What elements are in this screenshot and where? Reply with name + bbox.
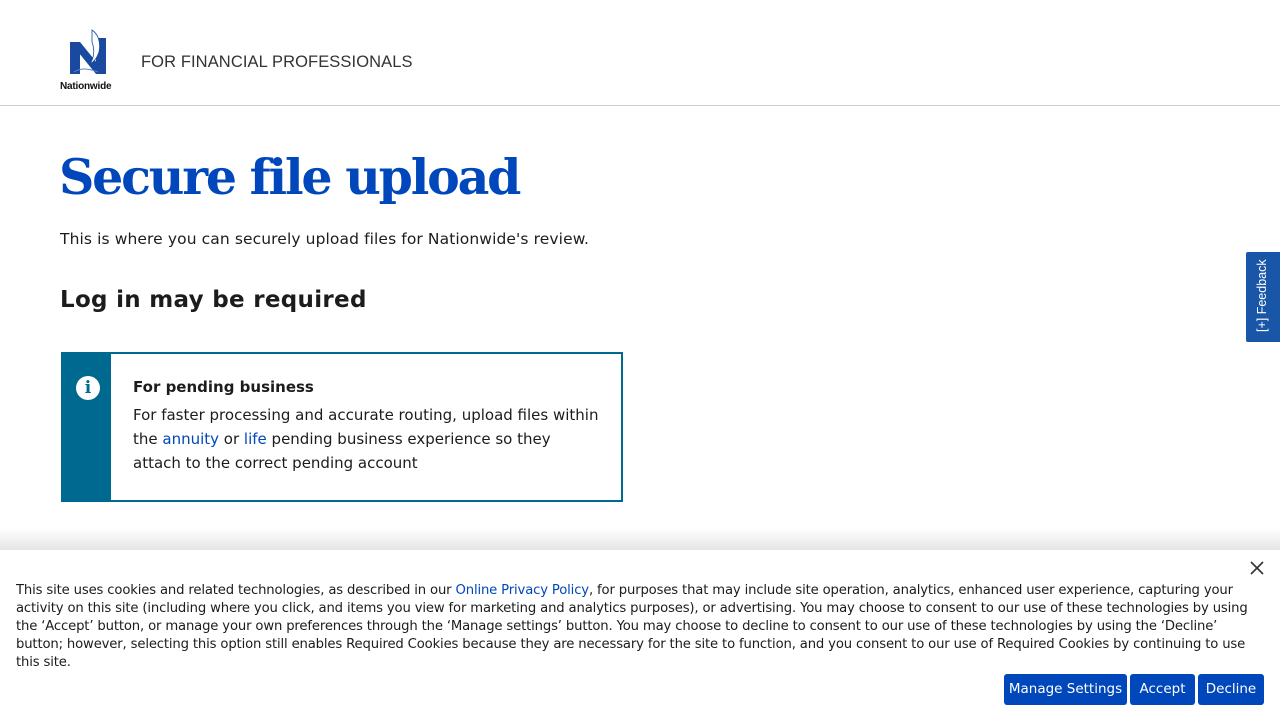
notice-heading: For pending business xyxy=(133,378,314,396)
notice-text-part: or xyxy=(219,430,244,448)
feedback-label: [+] Feedback xyxy=(1255,259,1269,332)
manage-settings-button[interactable]: Manage Settings xyxy=(1004,674,1127,705)
nationwide-logo[interactable]: Nationwide xyxy=(58,28,124,94)
feedback-tab[interactable]: [+] Feedback xyxy=(1246,252,1280,342)
info-icon: i xyxy=(76,376,100,400)
privacy-policy-link[interactable]: Online Privacy Policy xyxy=(456,583,590,598)
life-link[interactable]: life xyxy=(244,430,267,448)
header-title: FOR FINANCIAL PROFESSIONALS xyxy=(141,53,413,71)
notice-accent-bar: i xyxy=(63,354,111,500)
accept-button[interactable]: Accept xyxy=(1130,674,1195,705)
page-title: Secure file upload xyxy=(59,148,521,206)
cookie-banner-shadow xyxy=(0,528,1280,550)
cookie-notice-text: This site uses cookies and related techn… xyxy=(16,582,1268,672)
intro-text: This is where you can securely upload fi… xyxy=(60,230,590,248)
close-icon[interactable] xyxy=(1247,558,1267,578)
decline-button[interactable]: Decline xyxy=(1198,674,1264,705)
site-header: Nationwide FOR FINANCIAL PROFESSIONALS xyxy=(0,0,1280,106)
logo-wordmark: Nationwide xyxy=(60,81,112,92)
notice-body: For pending business For faster processi… xyxy=(133,376,603,475)
nationwide-eagle-icon xyxy=(70,29,106,74)
cookie-banner: This site uses cookies and related techn… xyxy=(0,550,1280,720)
pending-business-notice: i For pending business For faster proces… xyxy=(61,352,623,502)
annuity-link[interactable]: annuity xyxy=(162,430,219,448)
notice-text: For faster processing and accurate routi… xyxy=(133,403,603,475)
cookie-text-part: This site uses cookies and related techn… xyxy=(16,583,456,598)
login-subheading: Log in may be required xyxy=(60,287,367,313)
